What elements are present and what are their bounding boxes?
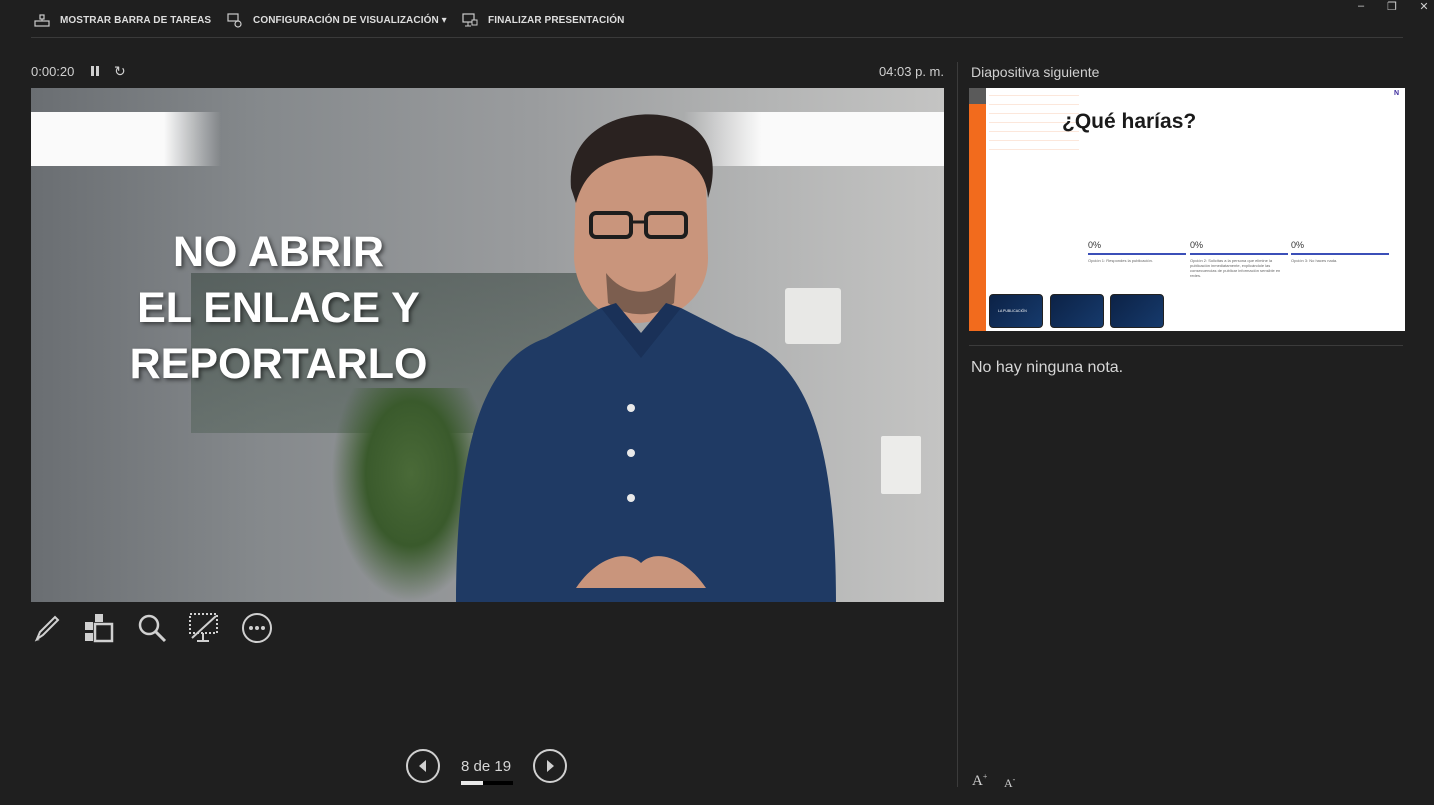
presenter-image (456, 114, 836, 602)
option-text: Opción 2: Solicitas a la persona que eli… (1190, 258, 1281, 278)
slide-progress-fill (461, 781, 483, 785)
display-settings-icon (227, 13, 242, 28)
decrease-font-button[interactable]: A- (1004, 775, 1015, 791)
option-percent: 0% (1190, 240, 1204, 250)
next-slide-preview[interactable]: N ¿Qué harías? 0% Opción 1: Respondes la… (969, 88, 1405, 331)
notes-divider (969, 345, 1403, 346)
current-time: 04:03 p. m. (878, 64, 944, 79)
current-slide[interactable]: NO ABRIR EL ENLACE Y REPORTARLO (31, 88, 944, 602)
slide-counter[interactable]: 8 de 19 (461, 758, 511, 775)
pen-icon (34, 615, 60, 642)
display-settings-label: CONFIGURACIÓN DE VISUALIZACIÓN ▾ (253, 14, 447, 26)
see-all-slides-button[interactable] (83, 612, 115, 644)
end-show-label: FINALIZAR PRESENTACIÓN (488, 14, 625, 26)
black-screen-button[interactable] (188, 612, 220, 644)
show-taskbar-label: MOSTRAR BARRA DE TAREAS (60, 14, 212, 26)
option-text: Opción 3: No haces nada. (1291, 258, 1338, 263)
end-show-button[interactable]: FINALIZAR PRESENTACIÓN (462, 12, 624, 28)
increase-font-button[interactable]: A+ (972, 772, 987, 790)
slide-overlay-text: NO ABRIR EL ENLACE Y REPORTARLO (121, 224, 436, 392)
more-options-button[interactable] (241, 612, 273, 644)
speaker-notes[interactable]: No hay ninguna nota. (971, 359, 1123, 377)
presenter-toolbar: MOSTRAR BARRA DE TAREAS CONFIGURACIÓN DE… (0, 0, 1434, 38)
pause-timer-icon[interactable] (89, 65, 101, 77)
restore-button[interactable]: ❐ (1382, 0, 1402, 13)
preview-option-1: 0% Opción 1: Respondes la publicación. (1088, 240, 1186, 263)
zoom-button[interactable] (136, 612, 168, 644)
overlay-line-2: EL ENLACE Y (137, 284, 420, 332)
next-slide-button[interactable] (533, 749, 567, 783)
panel-divider (957, 62, 958, 787)
slides-grid-icon (85, 614, 114, 643)
close-button[interactable]: ✕ (1414, 0, 1434, 13)
preview-thumbnail-3 (1110, 294, 1164, 328)
slide-banner-left (31, 112, 221, 166)
thumbnail-text: LA PUBLICACIÓN (998, 309, 1027, 313)
option-percent: 0% (1088, 240, 1102, 250)
previous-arrow-icon (419, 760, 426, 772)
preview-accent-bar (969, 104, 986, 331)
more-icon (242, 613, 272, 643)
zoom-icon (138, 614, 167, 643)
overlay-line-1: NO ABRIR (172, 228, 384, 276)
increase-font-label: A (972, 773, 983, 789)
toolbar-divider (31, 37, 1403, 38)
slide-progress-bar (461, 781, 513, 785)
taskbar-icon (34, 14, 50, 27)
preview-option-3: 0% Opción 3: No haces nada. (1291, 240, 1389, 263)
next-slide-header: Diapositiva siguiente (971, 64, 1100, 80)
option-bar (1190, 253, 1288, 255)
preview-logo: N (1393, 90, 1399, 97)
elapsed-timer: 0:00:20 (31, 64, 75, 79)
option-percent: 0% (1291, 240, 1305, 250)
minimize-button[interactable]: – (1351, 0, 1371, 12)
restart-timer-icon[interactable]: ↻ (114, 63, 126, 80)
overlay-line-3: REPORTARLO (129, 340, 428, 388)
preview-thumbnail-2 (1050, 294, 1104, 328)
previous-slide-button[interactable] (406, 749, 440, 783)
decrease-font-label: A (1004, 776, 1013, 790)
preview-thumbnail-1: LA PUBLICACIÓN (989, 294, 1043, 328)
black-screen-icon (189, 613, 218, 642)
end-show-icon (462, 13, 478, 27)
preview-question: ¿Qué harías? (1062, 110, 1197, 133)
preview-accent-top (969, 88, 986, 104)
pen-tool-button[interactable] (31, 612, 63, 644)
option-bar (1291, 253, 1389, 255)
preview-option-2: 0% Opción 2: Solicitas a la persona que … (1190, 240, 1288, 278)
next-arrow-icon (547, 760, 554, 772)
display-settings-button[interactable]: CONFIGURACIÓN DE VISUALIZACIÓN ▾ (227, 12, 447, 28)
show-taskbar-button[interactable]: MOSTRAR BARRA DE TAREAS (34, 12, 211, 28)
option-bar (1088, 253, 1186, 255)
option-text: Opción 1: Respondes la publicación. (1088, 258, 1153, 263)
